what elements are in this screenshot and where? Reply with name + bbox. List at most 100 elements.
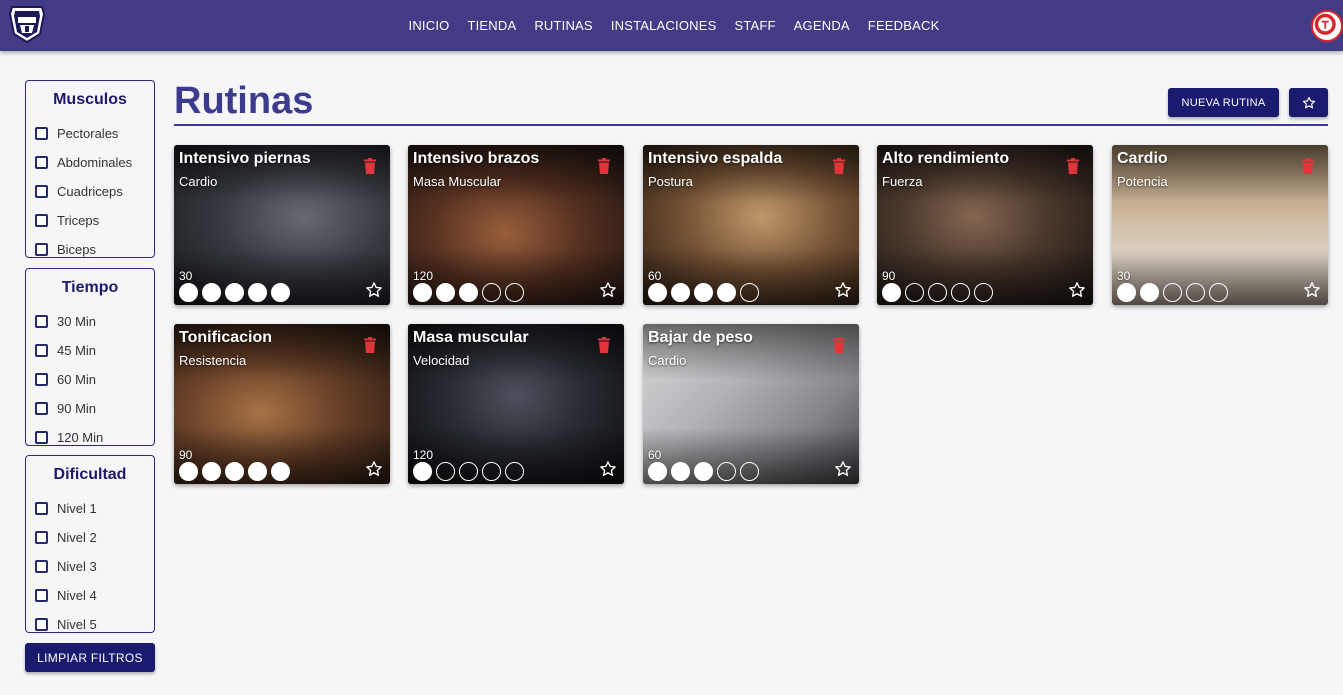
checkbox[interactable] xyxy=(35,402,48,415)
checkbox[interactable] xyxy=(35,560,48,573)
filter-option[interactable]: Nivel 2 xyxy=(26,523,154,552)
checkbox[interactable] xyxy=(35,431,48,444)
star-outline-icon[interactable] xyxy=(365,281,383,299)
routine-card[interactable]: Intensivo espalda Postura 60 xyxy=(643,145,859,305)
user-avatar[interactable] xyxy=(1311,10,1343,42)
nav-rutinas[interactable]: RUTINAS xyxy=(534,18,592,33)
checkbox[interactable] xyxy=(35,589,48,602)
difficulty-dot-filled xyxy=(671,462,690,481)
difficulty-dot-filled xyxy=(202,462,221,481)
filter-option[interactable]: Abdominales xyxy=(26,148,154,177)
checkbox[interactable] xyxy=(35,185,48,198)
trash-icon[interactable] xyxy=(597,158,611,174)
routine-card-category: Masa Muscular xyxy=(413,174,502,189)
filter-option[interactable]: 90 Min xyxy=(26,394,154,423)
routine-card[interactable]: Masa muscular Velocidad 120 xyxy=(408,324,624,484)
page-title: Rutinas xyxy=(174,80,314,122)
routine-card-overlay xyxy=(174,145,390,305)
trash-icon[interactable] xyxy=(363,337,377,353)
filter-option-label: Nivel 2 xyxy=(57,530,97,545)
nav-inicio[interactable]: INICIO xyxy=(409,18,450,33)
difficulty-rating xyxy=(413,283,524,302)
trash-icon[interactable] xyxy=(1301,158,1315,174)
nav-tienda[interactable]: TIENDA xyxy=(467,18,516,33)
checkbox[interactable] xyxy=(35,315,48,328)
difficulty-dot-filled xyxy=(413,462,432,481)
routine-card-overlay xyxy=(877,145,1093,305)
checkbox[interactable] xyxy=(35,243,48,256)
routine-card-overlay xyxy=(408,145,624,305)
star-outline-icon[interactable] xyxy=(1303,281,1321,299)
filter-option[interactable]: Nivel 5 xyxy=(26,610,154,632)
filter-option-label: Pectorales xyxy=(57,126,119,141)
filter-option-label: 45 Min xyxy=(57,343,97,358)
filter-option[interactable]: Biceps xyxy=(26,235,154,257)
trash-icon[interactable] xyxy=(597,337,611,353)
main-navigation: INICIO TIENDA RUTINAS INSTALACIONES STAF… xyxy=(0,0,1343,51)
filter-option[interactable]: Nivel 3 xyxy=(26,552,154,581)
new-routine-button[interactable]: NUEVA RUTINA xyxy=(1168,88,1279,117)
routine-card-overlay xyxy=(408,324,624,484)
filter-option[interactable]: Pectorales xyxy=(26,119,154,148)
difficulty-dot-empty xyxy=(717,462,736,481)
filter-option[interactable]: 45 Min xyxy=(26,336,154,365)
trash-icon[interactable] xyxy=(363,158,377,174)
trash-icon[interactable] xyxy=(1066,158,1080,174)
star-outline-icon[interactable] xyxy=(834,281,852,299)
difficulty-dot-filled xyxy=(179,283,198,302)
favorites-filter-button[interactable] xyxy=(1289,88,1328,117)
difficulty-dot-empty xyxy=(459,462,478,481)
checkbox[interactable] xyxy=(35,502,48,515)
checkbox[interactable] xyxy=(35,344,48,357)
star-outline-icon[interactable] xyxy=(834,460,852,478)
star-outline-icon[interactable] xyxy=(1068,281,1086,299)
filter-option-label: 30 Min xyxy=(57,314,97,329)
routine-card[interactable]: Tonificacion Resistencia 90 xyxy=(174,324,390,484)
checkbox[interactable] xyxy=(35,618,48,631)
difficulty-dot-filled xyxy=(1117,283,1136,302)
routine-card-category: Postura xyxy=(648,174,693,189)
routine-card-title: Intensivo piernas xyxy=(179,150,311,167)
filter-tiempo-title: Tiempo xyxy=(61,279,119,296)
routine-card[interactable]: Cardio Potencia 30 xyxy=(1112,145,1328,305)
checkbox[interactable] xyxy=(35,214,48,227)
routine-card[interactable]: Intensivo brazos Masa Muscular 120 xyxy=(408,145,624,305)
star-outline-icon[interactable] xyxy=(365,460,383,478)
nav-feedback[interactable]: FEEDBACK xyxy=(868,18,940,33)
clear-filters-button[interactable]: LIMPIAR FILTROS xyxy=(25,643,155,672)
star-outline-icon[interactable] xyxy=(599,281,617,299)
filter-option[interactable]: Triceps xyxy=(26,206,154,235)
filter-option[interactable]: Nivel 1 xyxy=(26,494,154,523)
nav-agenda[interactable]: AGENDA xyxy=(794,18,850,33)
checkbox[interactable] xyxy=(35,373,48,386)
difficulty-dot-filled xyxy=(648,462,667,481)
trash-icon[interactable] xyxy=(832,337,846,353)
checkbox[interactable] xyxy=(35,156,48,169)
difficulty-dot-filled xyxy=(459,283,478,302)
filter-option[interactable]: 30 Min xyxy=(26,307,154,336)
routine-card-title: Cardio xyxy=(1117,150,1168,167)
checkbox[interactable] xyxy=(35,127,48,140)
star-outline-icon xyxy=(1302,96,1315,108)
nav-instalaciones[interactable]: INSTALACIONES xyxy=(611,18,717,33)
difficulty-dot-filled xyxy=(271,283,290,302)
checkbox[interactable] xyxy=(35,531,48,544)
filter-option-label: Nivel 3 xyxy=(57,559,97,574)
filter-option[interactable]: 60 Min xyxy=(26,365,154,394)
difficulty-dot-filled xyxy=(882,283,901,302)
filter-option[interactable]: 120 Min xyxy=(26,423,154,445)
nav-staff[interactable]: STAFF xyxy=(734,18,775,33)
star-outline-icon[interactable] xyxy=(599,460,617,478)
filter-option-label: 90 Min xyxy=(57,401,97,416)
routine-card-duration: 90 xyxy=(882,269,896,283)
difficulty-dot-filled xyxy=(202,283,221,302)
routine-card[interactable]: Bajar de peso Cardio 60 xyxy=(643,324,859,484)
trash-icon[interactable] xyxy=(832,158,846,174)
difficulty-dot-filled xyxy=(413,283,432,302)
filter-option[interactable]: Cuadriceps xyxy=(26,177,154,206)
routine-card[interactable]: Alto rendimiento Fuerza 90 xyxy=(877,145,1093,305)
difficulty-dot-empty xyxy=(928,283,947,302)
filter-option[interactable]: Nivel 4 xyxy=(26,581,154,610)
routine-card[interactable]: Intensivo piernas Cardio 30 xyxy=(174,145,390,305)
filter-musculos: Musculos Pectorales Abdominales Cuadrice… xyxy=(25,80,155,258)
